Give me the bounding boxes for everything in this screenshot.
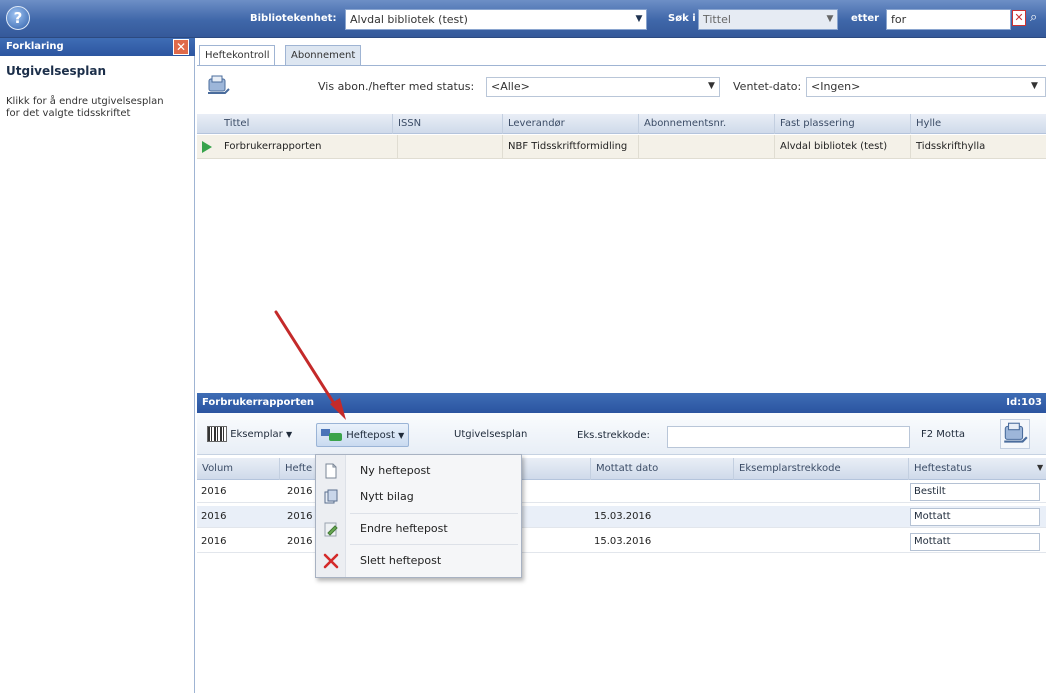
barcode-input[interactable] [667, 426, 910, 448]
column-header-hylle[interactable]: Hylle [910, 114, 1046, 134]
column-header-eksemplarstrekkode[interactable]: Eksemplarstrekkode [733, 458, 908, 480]
eksemplar-label: Eksemplar [230, 429, 283, 440]
table-cell: Tidsskrifthylla [910, 135, 1046, 159]
chevron-down-icon: ▼ [285, 430, 293, 439]
table-cell: 15.03.2016 [594, 536, 652, 547]
table-cell: Forbrukerrapporten [224, 141, 322, 152]
status-filter-label: Vis abon./hefter med status: [318, 80, 475, 93]
heftepost-dropdown-menu: Ny heftepost Nytt bilag Endre heftepost … [315, 454, 522, 578]
top-toolbar: ? Bibliotekenhet: Alvdal bibliotek (test… [0, 0, 1046, 38]
delete-icon [323, 553, 339, 569]
tab-heftekontroll[interactable]: Heftekontroll [199, 45, 276, 66]
subscription-grid-header: Tittel ISSN Leverandør Abonnementsnr. Fa… [197, 114, 1046, 134]
sort-arrow-icon[interactable]: ▼ [1037, 463, 1043, 472]
receive-journal-icon[interactable] [205, 73, 231, 99]
table-cell: 2016 [201, 511, 227, 522]
table-cell: 15.03.2016 [594, 511, 652, 522]
column-header-heftestatus[interactable]: Heftestatus [908, 458, 1046, 480]
date-filter-label: Ventet-dato: [733, 80, 802, 93]
status-select[interactable]: Bestilt [910, 483, 1040, 501]
explanation-panel-header: Forklaring [0, 38, 195, 56]
table-cell: 2016 [201, 486, 227, 497]
receive-button[interactable]: F2 Motta [917, 423, 969, 447]
table-cell: 2016 [287, 511, 313, 522]
after-label: etter [851, 13, 880, 24]
heftepost-label: Heftepost [346, 430, 395, 441]
barcode-label: Eks.strekkode: [577, 430, 650, 441]
table-cell [733, 481, 908, 503]
section-header: Forbrukerrapporten Id:103 [197, 393, 1046, 413]
menu-item-label: Nytt bilag [360, 490, 414, 503]
unit-select[interactable]: Alvdal bibliotek (test) [345, 9, 647, 30]
tab-abonnement[interactable]: Abonnement [285, 45, 362, 65]
menu-item-nytt-bilag[interactable]: Nytt bilag [316, 483, 521, 511]
clear-search-icon[interactable]: ✕ [1012, 10, 1026, 26]
search-icon[interactable]: ⌕ [1030, 10, 1044, 26]
unit-dropdown-arrow-icon[interactable]: ▼ [631, 9, 647, 30]
table-cell [397, 135, 502, 159]
table-cell [733, 506, 908, 528]
eksemplar-button[interactable]: Eksemplar ▼ [203, 423, 296, 447]
chevron-down-icon: ▼ [398, 431, 405, 440]
section-title: Forbrukerrapporten [202, 397, 315, 408]
heftepost-button[interactable]: Heftepost ▼ [316, 423, 410, 447]
column-header-abonnementsnr[interactable]: Abonnementsnr. [638, 114, 774, 134]
table-cell: 2016 [287, 536, 313, 547]
column-header-fast-plassering[interactable]: Fast plassering [774, 114, 910, 134]
column-header-issn[interactable]: ISSN [392, 114, 502, 134]
column-header-mottatt-dato[interactable]: Mottatt dato [590, 458, 733, 480]
date-filter-arrow-icon[interactable]: ▼ [1031, 81, 1038, 91]
column-header-leverandor[interactable]: Leverandør [502, 114, 638, 134]
table-cell [638, 135, 774, 159]
menu-item-ny-heftepost[interactable]: Ny heftepost [316, 457, 521, 485]
status-filter-arrow-icon[interactable]: ▼ [708, 81, 715, 91]
status-select[interactable]: Mottatt [910, 533, 1040, 551]
table-row[interactable]: Forbrukerrapporten NBF Tidsskriftformidl… [197, 135, 1046, 159]
menu-item-endre-heftepost[interactable]: Endre heftepost [316, 515, 521, 543]
search-input[interactable]: for [886, 9, 1011, 30]
status-filter-select[interactable]: <Alle> [486, 77, 720, 97]
column-header-hefte[interactable]: Hefte [279, 458, 319, 480]
barcode-icon [207, 426, 227, 442]
menu-item-slett-heftepost[interactable]: Slett heftepost [316, 547, 521, 575]
attachment-icon [323, 489, 339, 505]
menu-item-label: Ny heftepost [360, 464, 431, 477]
menu-item-label: Slett heftepost [360, 554, 442, 567]
column-header-volum[interactable]: Volum [197, 458, 279, 480]
help-logo-icon[interactable]: ? [6, 6, 30, 30]
explanation-title: Utgivelsesplan [6, 64, 107, 78]
menu-separator [350, 544, 518, 545]
search-in-select[interactable]: Tittel [698, 9, 838, 30]
edit-icon [323, 521, 339, 537]
table-cell [590, 481, 733, 503]
search-in-label: Søk i [668, 13, 696, 24]
table-cell: NBF Tidsskriftformidling [502, 135, 638, 159]
menu-item-label: Endre heftepost [360, 522, 448, 535]
table-cell: 2016 [201, 536, 227, 547]
search-in-dropdown-arrow-icon[interactable]: ▼ [822, 9, 838, 30]
table-cell: 2016 [287, 486, 313, 497]
heftepost-icon [321, 429, 343, 441]
current-row-arrow-icon [202, 141, 212, 153]
close-panel-icon[interactable]: ✕ [173, 39, 189, 55]
date-filter-select[interactable]: <Ingen> [806, 77, 1046, 97]
menu-separator [350, 513, 518, 514]
column-header-tittel[interactable]: Tittel [219, 114, 389, 134]
explanation-panel: Forklaring ✕ Utgivelsesplan Klikk for å … [0, 38, 195, 693]
utgivelsesplan-button[interactable]: Utgivelsesplan [450, 423, 531, 447]
tab-strip-divider [197, 65, 1046, 66]
table-cell [733, 531, 908, 553]
section-id: Id:103 [1006, 397, 1042, 408]
receive-journal-icon[interactable] [1000, 419, 1030, 449]
new-document-icon [323, 463, 339, 479]
explanation-text: Klikk for å endre utgivelsesplan for det… [6, 96, 164, 119]
table-cell: Alvdal bibliotek (test) [774, 135, 910, 159]
issue-toolbar: Eksemplar ▼ Heftepost ▼ Utgivelsesplan E… [197, 413, 1046, 455]
unit-label: Bibliotekenhet: [250, 13, 337, 24]
status-select[interactable]: Mottatt [910, 508, 1040, 526]
